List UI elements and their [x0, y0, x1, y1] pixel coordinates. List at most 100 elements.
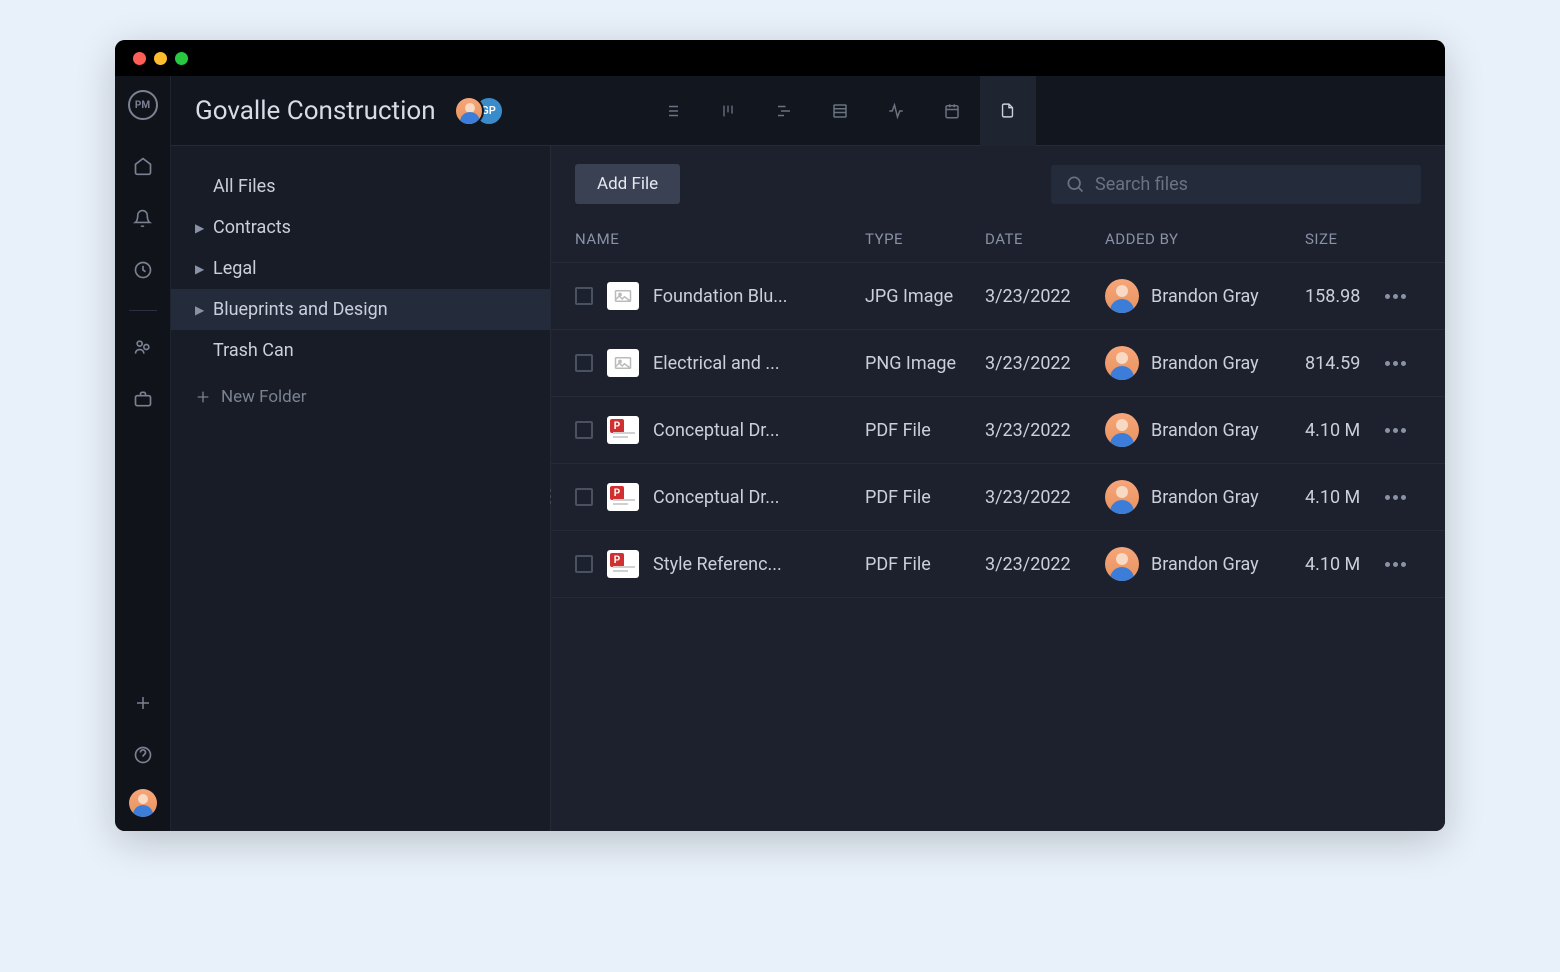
user-avatar	[1105, 547, 1139, 581]
folder-label: Blueprints and Design	[213, 299, 388, 320]
current-user-avatar[interactable]	[129, 789, 157, 817]
row-more-button[interactable]	[1375, 495, 1415, 500]
calendar-view-tab[interactable]	[924, 76, 980, 146]
file-row[interactable]: Foundation Blu...JPG Image3/23/2022Brand…	[551, 263, 1445, 330]
file-size: 4.10 M	[1305, 554, 1375, 575]
row-more-button[interactable]	[1375, 562, 1415, 567]
folder-item[interactable]: Trash Can	[171, 330, 550, 371]
search-icon	[1065, 174, 1085, 194]
briefcase-icon[interactable]	[125, 381, 161, 417]
user-name: Brandon Gray	[1151, 420, 1259, 441]
app-logo[interactable]: PM	[128, 90, 158, 120]
project-title: Govalle Construction	[195, 96, 436, 126]
member-avatar[interactable]	[454, 96, 484, 126]
folder-label: Trash Can	[213, 340, 294, 361]
user-avatar	[1105, 480, 1139, 514]
user-name: Brandon Gray	[1151, 286, 1259, 307]
notifications-icon[interactable]	[125, 200, 161, 236]
file-date: 3/23/2022	[985, 487, 1105, 508]
file-date: 3/23/2022	[985, 420, 1105, 441]
folder-list: All Files▶Contracts▶Legal▶Blueprints and…	[171, 166, 550, 371]
file-thumb-icon	[607, 416, 639, 444]
app-window: PM	[115, 40, 1445, 831]
gantt-view-tab[interactable]	[756, 76, 812, 146]
file-row[interactable]: Conceptual Dr...PDF File3/23/2022Brandon…	[551, 397, 1445, 464]
activity-view-tab[interactable]	[868, 76, 924, 146]
avatar-group[interactable]: GP	[454, 96, 504, 126]
home-icon[interactable]	[125, 148, 161, 184]
search-field[interactable]	[1051, 165, 1421, 204]
file-size: 814.59	[1305, 353, 1375, 374]
file-size: 4.10 M	[1305, 420, 1375, 441]
sheet-view-tab[interactable]	[812, 76, 868, 146]
row-more-button[interactable]	[1375, 294, 1415, 299]
file-row[interactable]: Style Referenc...PDF File3/23/2022Brando…	[551, 531, 1445, 598]
user-name: Brandon Gray	[1151, 554, 1259, 575]
clock-icon[interactable]	[125, 252, 161, 288]
titlebar	[115, 40, 1445, 76]
file-name: Conceptual Dr...	[653, 420, 780, 441]
file-row[interactable]: Conceptual Dr... PDF File3/23/2022Brandon…	[551, 464, 1445, 531]
file-name: Electrical and ...	[653, 353, 780, 374]
file-added-by: Brandon Gray	[1105, 346, 1305, 380]
board-view-tab[interactable]	[700, 76, 756, 146]
row-checkbox[interactable]	[575, 488, 593, 506]
file-thumb-icon	[607, 550, 639, 578]
file-added-by: Brandon Gray	[1105, 279, 1305, 313]
list-view-tab[interactable]	[644, 76, 700, 146]
file-name: Conceptual Dr...	[653, 487, 780, 508]
caret-right-icon: ▶	[195, 303, 205, 317]
search-input[interactable]	[1095, 174, 1407, 195]
header: Govalle Construction GP	[171, 76, 1445, 146]
file-name: Foundation Blu...	[653, 286, 788, 307]
help-icon[interactable]	[125, 737, 161, 773]
team-icon[interactable]	[125, 329, 161, 365]
window-maximize-button[interactable]	[175, 52, 188, 65]
caret-right-icon: ▶	[195, 221, 205, 235]
content: All Files▶Contracts▶Legal▶Blueprints and…	[171, 146, 1445, 831]
folder-item[interactable]: All Files	[171, 166, 550, 207]
app-body: PM	[115, 76, 1445, 831]
add-icon[interactable]	[125, 685, 161, 721]
row-checkbox[interactable]	[575, 555, 593, 573]
folder-label: Legal	[213, 258, 257, 279]
col-header-date[interactable]: DATE	[985, 230, 1105, 248]
view-tabs	[644, 76, 1036, 146]
folder-item[interactable]: ▶Contracts	[171, 207, 550, 248]
folder-item[interactable]: ▶ Legal	[171, 248, 550, 289]
user-avatar	[1105, 279, 1139, 313]
row-more-button[interactable]	[1375, 428, 1415, 433]
file-type: PDF File	[865, 487, 985, 508]
row-checkbox[interactable]	[575, 421, 593, 439]
nav-rail: PM	[115, 76, 171, 831]
folder-label: All Files	[213, 176, 276, 197]
file-added-by: Brandon Gray	[1105, 413, 1305, 447]
add-file-button[interactable]: Add File	[575, 164, 680, 204]
toolbar: Add File	[551, 146, 1445, 222]
row-checkbox[interactable]	[575, 287, 593, 305]
window-close-button[interactable]	[133, 52, 146, 65]
files-panel: Add File NAME TYPE DATE ADDED BY SIZE	[551, 146, 1445, 831]
file-name: Style Referenc...	[653, 554, 782, 575]
file-thumb-icon	[607, 349, 639, 377]
new-folder-button[interactable]: New Folder	[171, 371, 550, 423]
caret-right-icon: ▶	[195, 262, 205, 276]
file-date: 3/23/2022	[985, 286, 1105, 307]
folder-item[interactable]: ▶ Blueprints and Design	[171, 289, 550, 330]
window-minimize-button[interactable]	[154, 52, 167, 65]
col-header-type[interactable]: TYPE	[865, 230, 985, 248]
file-added-by: Brandon Gray	[1105, 547, 1305, 581]
file-row[interactable]: Electrical and ...PNG Image3/23/2022Bran…	[551, 330, 1445, 397]
col-header-addedby[interactable]: ADDED BY	[1105, 230, 1305, 248]
row-more-button[interactable]	[1375, 361, 1415, 366]
file-date: 3/23/2022	[985, 554, 1105, 575]
table-header: NAME TYPE DATE ADDED BY SIZE	[551, 222, 1445, 263]
user-avatar	[1105, 413, 1139, 447]
main: Govalle Construction GP	[171, 76, 1445, 831]
files-view-tab[interactable]	[980, 76, 1036, 146]
file-thumb-icon	[607, 282, 639, 310]
col-header-name[interactable]: NAME	[575, 230, 865, 248]
row-checkbox[interactable]	[575, 354, 593, 372]
col-header-size[interactable]: SIZE	[1305, 230, 1375, 248]
file-added-by: Brandon Gray	[1105, 480, 1305, 514]
